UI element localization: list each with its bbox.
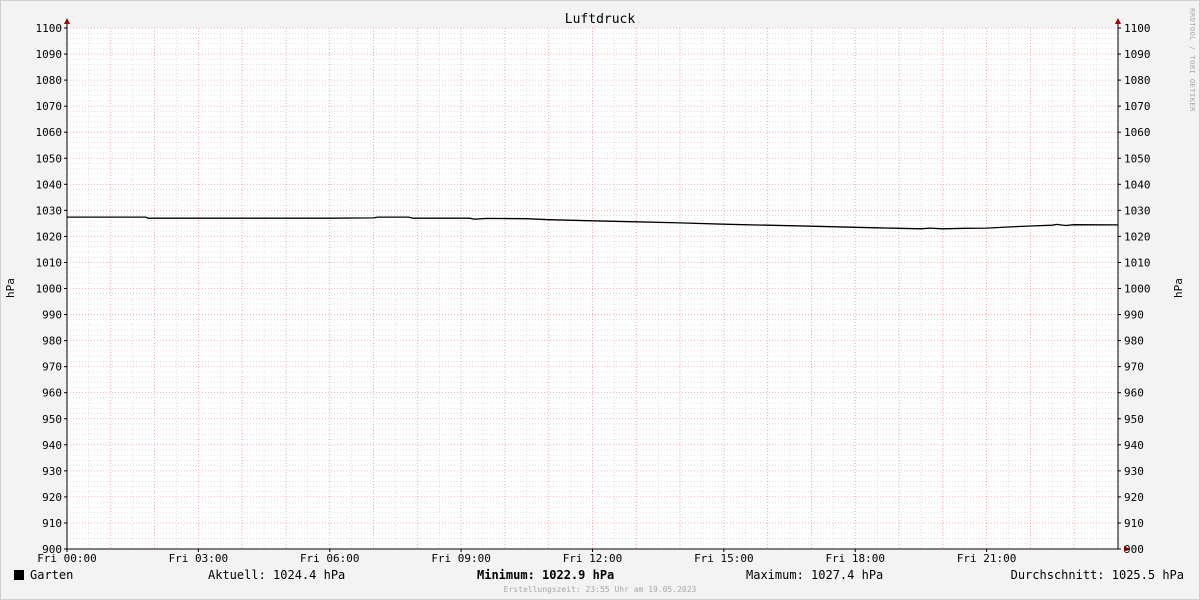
x-tick-label: Fri 00:00 bbox=[37, 552, 97, 565]
y-tick-label-right: 940 bbox=[1124, 439, 1144, 452]
y-tick-label-left: 1040 bbox=[36, 178, 63, 191]
y-axis-label-left: hPa bbox=[4, 278, 17, 298]
watermark-text: RRDTOOL / TOBI OETIKER bbox=[1188, 8, 1196, 112]
x-tick-label: Fri 06:00 bbox=[300, 552, 360, 565]
y-tick-label-left: 980 bbox=[42, 335, 62, 348]
y-tick-label-right: 1050 bbox=[1124, 152, 1151, 165]
x-tick-label: Fri 18:00 bbox=[825, 552, 885, 565]
legend-maximum: Maximum: 1027.4 hPa bbox=[746, 568, 884, 582]
y-tick-label-left: 940 bbox=[42, 439, 62, 452]
y-axis-label-right: hPa bbox=[1172, 278, 1185, 298]
legend-average: Durchschnitt: 1025.5 hPa bbox=[1010, 568, 1184, 582]
y-tick-label-right: 1070 bbox=[1124, 100, 1151, 113]
y-tick-label-right: 1020 bbox=[1124, 230, 1151, 243]
x-tick-label: Fri 09:00 bbox=[431, 552, 491, 565]
legend-series-name: Garten bbox=[30, 568, 74, 582]
y-tick-label-right: 1100 bbox=[1124, 22, 1151, 35]
y-tick-label-left: 910 bbox=[42, 517, 62, 530]
legend-current: Aktuell: 1024.4 hPa bbox=[208, 568, 346, 582]
y-tick-label-right: 990 bbox=[1124, 309, 1144, 322]
y-tick-label-left: 1000 bbox=[36, 283, 63, 296]
legend-minimum-label: Minimum: bbox=[477, 568, 535, 582]
y-tick-label-left: 990 bbox=[42, 309, 62, 322]
y-tick-label-right: 1060 bbox=[1124, 126, 1151, 139]
y-tick-label-left: 1010 bbox=[36, 256, 63, 269]
y-tick-label-left: 950 bbox=[42, 413, 62, 426]
y-tick-label-right: 900 bbox=[1124, 543, 1144, 556]
y-axis-arrow-right bbox=[1115, 18, 1121, 24]
y-tick-label-right: 1010 bbox=[1124, 256, 1151, 269]
y-tick-label-left: 1060 bbox=[36, 126, 63, 139]
chart: 900 900910 910920 920930 930940 940950 950960 9… bbox=[4, 8, 1196, 565]
y-tick-label-right: 1000 bbox=[1124, 283, 1151, 296]
y-tick-label-right: 1090 bbox=[1124, 48, 1151, 61]
y-tick-label-left: 960 bbox=[42, 387, 62, 400]
legend-series: Garten bbox=[14, 568, 73, 582]
legend-minimum-value: 1022.9 hPa bbox=[542, 568, 615, 582]
x-tick-label: Fri 21:00 bbox=[957, 552, 1017, 565]
y-tick-label-left: 1100 bbox=[36, 22, 63, 35]
x-tick-label: Fri 12:00 bbox=[563, 552, 623, 565]
footer-timestamp: Erstellungszeit: 23:55 Uhr am 19.05.2023 bbox=[503, 585, 697, 594]
y-tick-label-left: 1080 bbox=[36, 74, 63, 87]
y-tick-label-right: 980 bbox=[1124, 335, 1144, 348]
chart-title: Luftdruck bbox=[565, 12, 636, 27]
legend-minimum: Minimum: 1022.9 hPa bbox=[477, 568, 614, 582]
y-axis-arrow-left bbox=[64, 18, 70, 24]
x-tick-label: Fri 15:00 bbox=[694, 552, 754, 565]
y-tick-label-left: 970 bbox=[42, 361, 62, 374]
y-tick-label-left: 1020 bbox=[36, 230, 63, 243]
y-tick-label-right: 970 bbox=[1124, 361, 1144, 374]
y-tick-label-right: 960 bbox=[1124, 387, 1144, 400]
y-tick-label-left: 1070 bbox=[36, 100, 63, 113]
y-tick-label-left: 1050 bbox=[36, 152, 63, 165]
y-tick-label-left: 930 bbox=[42, 465, 62, 478]
y-tick-label-right: 1040 bbox=[1124, 178, 1151, 191]
y-tick-label-left: 1090 bbox=[36, 48, 63, 61]
y-tick-label-right: 920 bbox=[1124, 491, 1144, 504]
y-tick-label-right: 930 bbox=[1124, 465, 1144, 478]
legend: Garten Aktuell: 1024.4 hPa Minimum: 1022… bbox=[14, 568, 1184, 584]
legend-swatch bbox=[14, 570, 24, 580]
y-tick-label-left: 920 bbox=[42, 491, 62, 504]
y-tick-label-right: 1030 bbox=[1124, 204, 1151, 217]
x-tick-label: Fri 03:00 bbox=[169, 552, 229, 565]
y-tick-label-right: 1080 bbox=[1124, 74, 1151, 87]
y-tick-label-right: 910 bbox=[1124, 517, 1144, 530]
y-tick-label-right: 950 bbox=[1124, 413, 1144, 426]
y-tick-label-left: 1030 bbox=[36, 204, 63, 217]
